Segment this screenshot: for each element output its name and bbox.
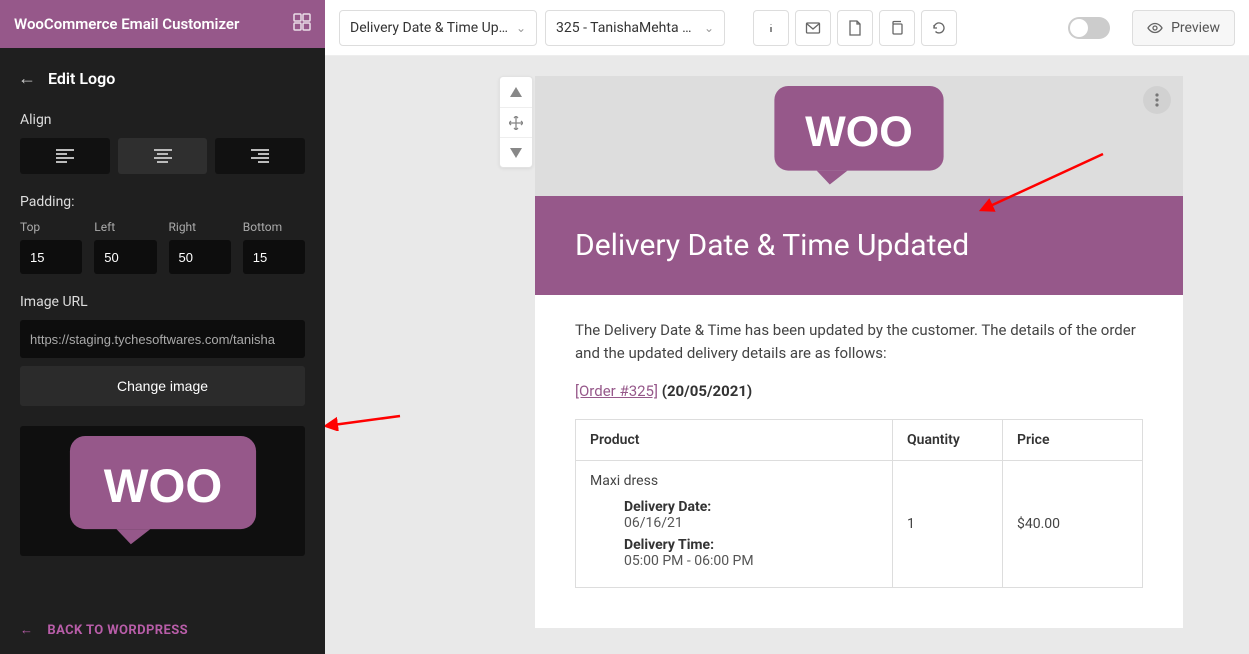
svg-text:WOO: WOO: [805, 108, 913, 156]
sidebar-header: WooCommerce Email Customizer: [0, 0, 325, 48]
align-row: [20, 138, 305, 174]
back-arrow-icon[interactable]: ←: [18, 68, 36, 89]
grid-icon[interactable]: [293, 13, 311, 35]
eye-icon: [1147, 20, 1163, 36]
order-link[interactable]: [Order #325]: [575, 382, 658, 400]
back-arrow-icon: ←: [20, 622, 33, 638]
move-handle[interactable]: [500, 107, 532, 137]
align-left-icon: [56, 149, 74, 163]
email-template-dropdown[interactable]: Delivery Date & Time Up...⌄: [339, 10, 537, 46]
move-up-button[interactable]: [500, 77, 532, 107]
order-dropdown[interactable]: 325 - TanishaMehta (ta...⌄: [545, 10, 725, 46]
th-price: Price: [1003, 419, 1143, 460]
svg-text:WOO: WOO: [103, 460, 221, 513]
canvas-controls: [499, 76, 533, 168]
chevron-down-icon: ⌄: [704, 21, 714, 35]
imageurl-input[interactable]: [20, 320, 305, 358]
woo-logo-icon: WOO: [53, 436, 273, 546]
padding-label: Padding:: [20, 194, 305, 210]
cell-price: $40.00: [1003, 460, 1143, 587]
footer-label: BACK TO WORDPRESS: [47, 623, 188, 638]
toolbar-icon-group: [753, 10, 957, 46]
back-to-wordpress[interactable]: ← BACK TO WORDPRESS: [0, 606, 325, 654]
padding-section: Padding: Top Left Right Bottom: [0, 180, 325, 280]
move-down-button[interactable]: [500, 137, 532, 167]
canvas: WOO Delivery Date & Time Updated The Del…: [325, 56, 1249, 654]
table-row: Maxi dress Delivery Date: 06/16/21 Deliv…: [576, 460, 1143, 587]
align-section: Align: [0, 98, 325, 180]
padding-top-input[interactable]: [20, 240, 82, 274]
info-button[interactable]: [753, 10, 789, 46]
padding-right-label: Right: [169, 220, 231, 234]
padding-top-label: Top: [20, 220, 82, 234]
align-right-icon: [251, 149, 269, 163]
topbar: Delivery Date & Time Up...⌄ 325 - Tanish…: [325, 0, 1249, 56]
imageurl-label: Image URL: [20, 294, 305, 310]
product-name: Maxi dress: [590, 473, 878, 489]
dark-mode-toggle[interactable]: [1068, 17, 1110, 39]
preview-button[interactable]: Preview: [1132, 10, 1235, 46]
email-paragraph: The Delivery Date & Time has been update…: [575, 319, 1143, 364]
email-heading: Delivery Date & Time Updated: [535, 196, 1183, 295]
mail-button[interactable]: [795, 10, 831, 46]
align-left-button[interactable]: [20, 138, 110, 174]
change-image-button[interactable]: Change image: [20, 366, 305, 406]
logo-preview: WOO: [20, 426, 305, 556]
delivery-date-label: Delivery Date:: [624, 499, 878, 515]
padding-bottom-input[interactable]: [243, 240, 305, 274]
align-right-button[interactable]: [215, 138, 305, 174]
email-logo-bar[interactable]: WOO: [535, 76, 1183, 196]
padding-left-label: Left: [94, 220, 156, 234]
th-quantity: Quantity: [893, 419, 1003, 460]
th-product: Product: [576, 419, 893, 460]
cell-quantity: 1: [893, 460, 1003, 587]
delivery-time: 05:00 PM - 06:00 PM: [624, 553, 878, 569]
order-date: (20/05/2021): [662, 382, 753, 400]
padding-right-input[interactable]: [169, 240, 231, 274]
imageurl-section: Image URL Change image: [0, 280, 325, 412]
email-body: The Delivery Date & Time has been update…: [535, 295, 1183, 628]
padding-left-input[interactable]: [94, 240, 156, 274]
align-center-button[interactable]: [118, 138, 208, 174]
email-preview: WOO Delivery Date & Time Updated The Del…: [535, 76, 1183, 628]
page-button[interactable]: [837, 10, 873, 46]
chevron-down-icon: ⌄: [516, 21, 526, 35]
align-center-icon: [154, 149, 172, 163]
delivery-date: 06/16/21: [624, 515, 878, 531]
align-label: Align: [20, 112, 305, 128]
delivery-time-label: Delivery Time:: [624, 537, 878, 553]
main: Delivery Date & Time Up...⌄ 325 - Tanish…: [325, 0, 1249, 654]
app-title: WooCommerce Email Customizer: [14, 15, 239, 33]
breadcrumb: ← Edit Logo: [0, 48, 325, 98]
kebab-icon: [1155, 93, 1159, 107]
breadcrumb-label: Edit Logo: [48, 69, 115, 88]
reset-button[interactable]: [921, 10, 957, 46]
woo-logo-icon: WOO: [774, 86, 944, 186]
order-table: Product Quantity Price Maxi dress Delive…: [575, 419, 1143, 588]
copy-button[interactable]: [879, 10, 915, 46]
block-options-button[interactable]: [1143, 86, 1171, 114]
padding-bottom-label: Bottom: [243, 220, 305, 234]
sidebar: WooCommerce Email Customizer ← Edit Logo…: [0, 0, 325, 654]
annotation-arrow-icon: [325, 411, 405, 431]
